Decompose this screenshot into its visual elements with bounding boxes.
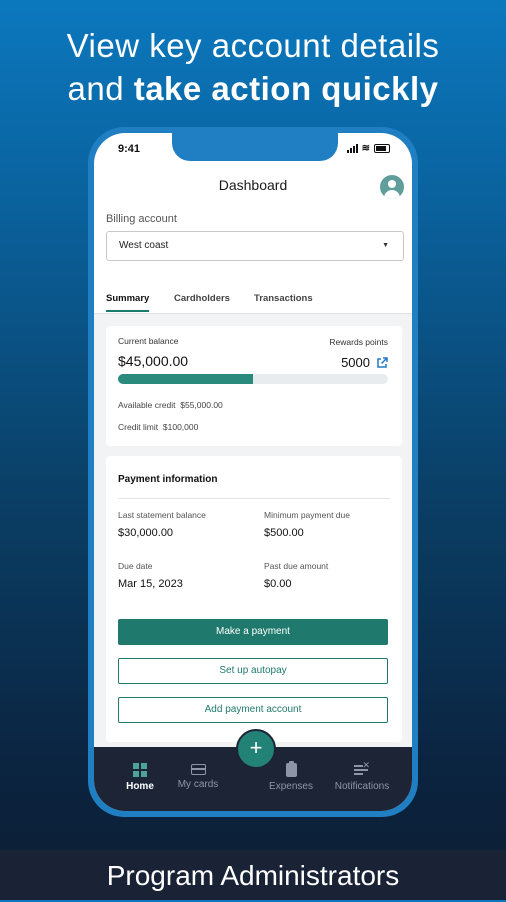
- app-screen: 9:41 ≋ Dashboard Billing account West co…: [94, 133, 412, 811]
- available-credit-value: $55,000.00: [180, 400, 223, 410]
- billing-account-value: West coast: [119, 240, 169, 251]
- current-balance-label: Current balance: [118, 336, 179, 346]
- headline-line-2: and take action quickly: [0, 67, 506, 110]
- headline-line-2-regular: and: [67, 70, 134, 107]
- divider: [118, 498, 390, 499]
- nav-my-cards[interactable]: My cards: [166, 763, 230, 790]
- balance-summary-card: Current balance $45,000.00 Rewards point…: [106, 326, 402, 446]
- credit-limit-row: Credit limit $100,000: [118, 422, 198, 432]
- make-payment-button[interactable]: Make a payment: [118, 619, 388, 645]
- status-icons: ≋: [346, 143, 390, 154]
- nav-home[interactable]: Home: [118, 763, 162, 792]
- current-balance-value: $45,000.00: [118, 353, 189, 369]
- last-statement-value: $30,000.00: [118, 527, 174, 539]
- payment-information-title: Payment information: [118, 474, 218, 485]
- minimum-due-value: $500.00: [264, 527, 304, 539]
- add-payment-account-button[interactable]: Add payment account: [118, 697, 388, 723]
- chevron-down-icon: ▼: [382, 242, 389, 249]
- last-statement-label: Last statement balance: [118, 510, 206, 520]
- past-due-label: Past due amount: [264, 561, 329, 571]
- credit-card-icon: [190, 764, 206, 775]
- page-title: Dashboard: [218, 177, 288, 193]
- nav-expenses-label: Expenses: [269, 781, 313, 792]
- billing-account-select[interactable]: West coast ▼: [106, 231, 404, 261]
- tab-summary[interactable]: Summary: [106, 293, 150, 312]
- rewards-points-value: 5000: [341, 355, 370, 370]
- available-credit-label: Available credit: [118, 400, 176, 410]
- nav-notifications[interactable]: ✕ Notifications: [322, 760, 402, 792]
- setup-autopay-button[interactable]: Set up autopay: [118, 658, 388, 684]
- credit-usage-progress: [118, 374, 388, 384]
- due-date-value: Mar 15, 2023: [118, 578, 183, 590]
- headline-line-2-bold: take action quickly: [133, 70, 439, 107]
- bottom-navigation: + Home My cards Expenses ✕ Notifications: [94, 729, 412, 811]
- credit-limit-value: $100,000: [162, 422, 199, 432]
- available-credit-row: Available credit $55,000.00: [118, 400, 223, 410]
- nav-home-label: Home: [126, 781, 154, 792]
- nav-notifications-label: Notifications: [334, 781, 390, 792]
- clipboard-icon: [285, 761, 297, 777]
- footer-text: Program Administrators: [106, 860, 400, 891]
- credit-usage-fill: [118, 374, 253, 384]
- payment-information-card: Payment information Last statement balan…: [106, 456, 402, 742]
- tab-bar: Summary Cardholders Transactions: [94, 285, 412, 314]
- external-link-icon[interactable]: [376, 356, 388, 369]
- tab-transactions[interactable]: Transactions: [254, 293, 313, 304]
- phone-frame: 9:41 ≋ Dashboard Billing account West co…: [88, 127, 418, 817]
- status-time: 9:41: [118, 143, 141, 155]
- due-date-label: Due date: [118, 561, 153, 571]
- dashboard-grid-icon: [133, 763, 147, 777]
- rewards-points[interactable]: 5000: [341, 355, 388, 370]
- headline-line-1: View key account details: [66, 27, 440, 64]
- promo-headline: View key account details and take action…: [0, 24, 506, 110]
- rewards-points-label: Rewards points: [329, 337, 388, 347]
- past-due-value: $0.00: [264, 578, 292, 590]
- footer-banner: Program Administrators: [0, 850, 506, 900]
- minimum-due-label: Minimum payment due: [264, 510, 350, 520]
- tab-cardholders[interactable]: Cardholders: [174, 293, 230, 304]
- billing-account-label: Billing account: [106, 213, 177, 225]
- nav-expenses[interactable]: Expenses: [258, 761, 324, 792]
- status-bar: 9:41 ≋: [118, 143, 390, 157]
- user-avatar-icon[interactable]: [380, 175, 404, 199]
- billing-account-section: Billing account West coast ▼: [106, 213, 404, 261]
- wifi-icon: ≋: [361, 143, 370, 154]
- credit-limit-label: Credit limit: [118, 422, 159, 432]
- notifications-list-icon: ✕: [354, 760, 370, 777]
- content-area: Current balance $45,000.00 Rewards point…: [94, 314, 412, 747]
- nav-my-cards-label: My cards: [177, 779, 219, 790]
- app-header: Dashboard: [94, 161, 412, 209]
- battery-icon: [374, 144, 390, 153]
- signal-icon: [346, 144, 358, 153]
